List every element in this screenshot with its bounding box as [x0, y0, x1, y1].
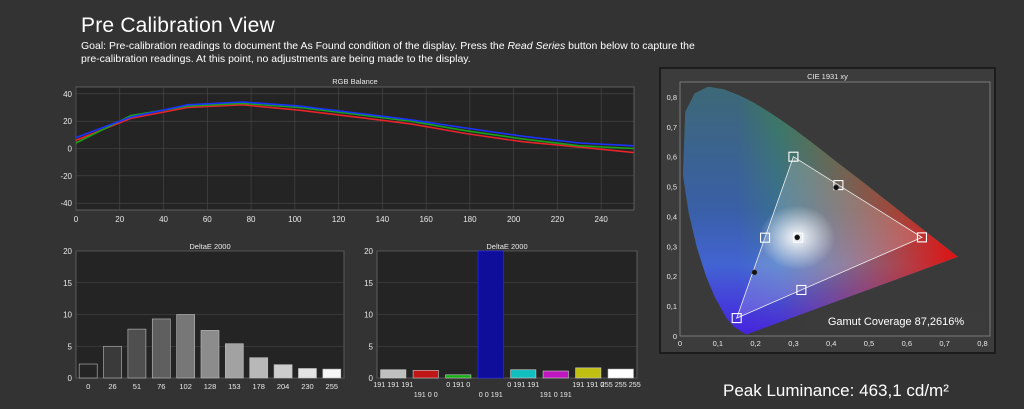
cie-xtick-label: 0,4 — [826, 339, 836, 348]
cie-ytick-label: 0,3 — [667, 242, 677, 251]
cie-measured-dot — [794, 234, 801, 241]
peak-luminance-label: Peak Luminance: — [723, 381, 855, 400]
cie-chart: 0,8 0,7 0,6 0,5 0,4 0,3 0,2 0,1 00 0,1 0,2 0,3 0,4 0,… — [667, 81, 991, 348]
cie-ytick-label: 0,5 — [667, 183, 677, 192]
cie-ytick-label: 0,1 — [667, 302, 677, 311]
peak-luminance: Peak Luminance: 463,1 cd/m² — [723, 381, 949, 401]
cie-xtick-label: 0,6 — [902, 339, 912, 348]
cie-ytick-label: 0 — [673, 332, 677, 341]
cie-measured-dot — [751, 269, 758, 276]
cie-xtick-label: 0,5 — [864, 339, 874, 348]
cie-measured-dot — [833, 184, 839, 191]
cie-ytick-label: 0,7 — [667, 123, 677, 132]
cie-xtick-label: 0 — [678, 339, 682, 348]
cie-ytick-label: 0,6 — [667, 153, 677, 162]
cie-ytick-label: 0,8 — [667, 93, 677, 102]
cie-ytick-label: 0,2 — [667, 272, 677, 281]
cie-xtick-label: 0,7 — [939, 339, 949, 348]
cie-ytick-label: 0,4 — [667, 212, 677, 221]
gamut-coverage-text: Gamut Coverage 87,2616% — [828, 316, 965, 328]
cie-xtick-label: 0,1 — [713, 339, 723, 348]
cie-xtick-label: 0,3 — [788, 339, 798, 348]
cie-xtick-label: 0,2 — [750, 339, 760, 348]
cie-xtick-label: 0,8 — [977, 339, 987, 348]
peak-luminance-value: 463,1 cd/m² — [859, 381, 949, 400]
